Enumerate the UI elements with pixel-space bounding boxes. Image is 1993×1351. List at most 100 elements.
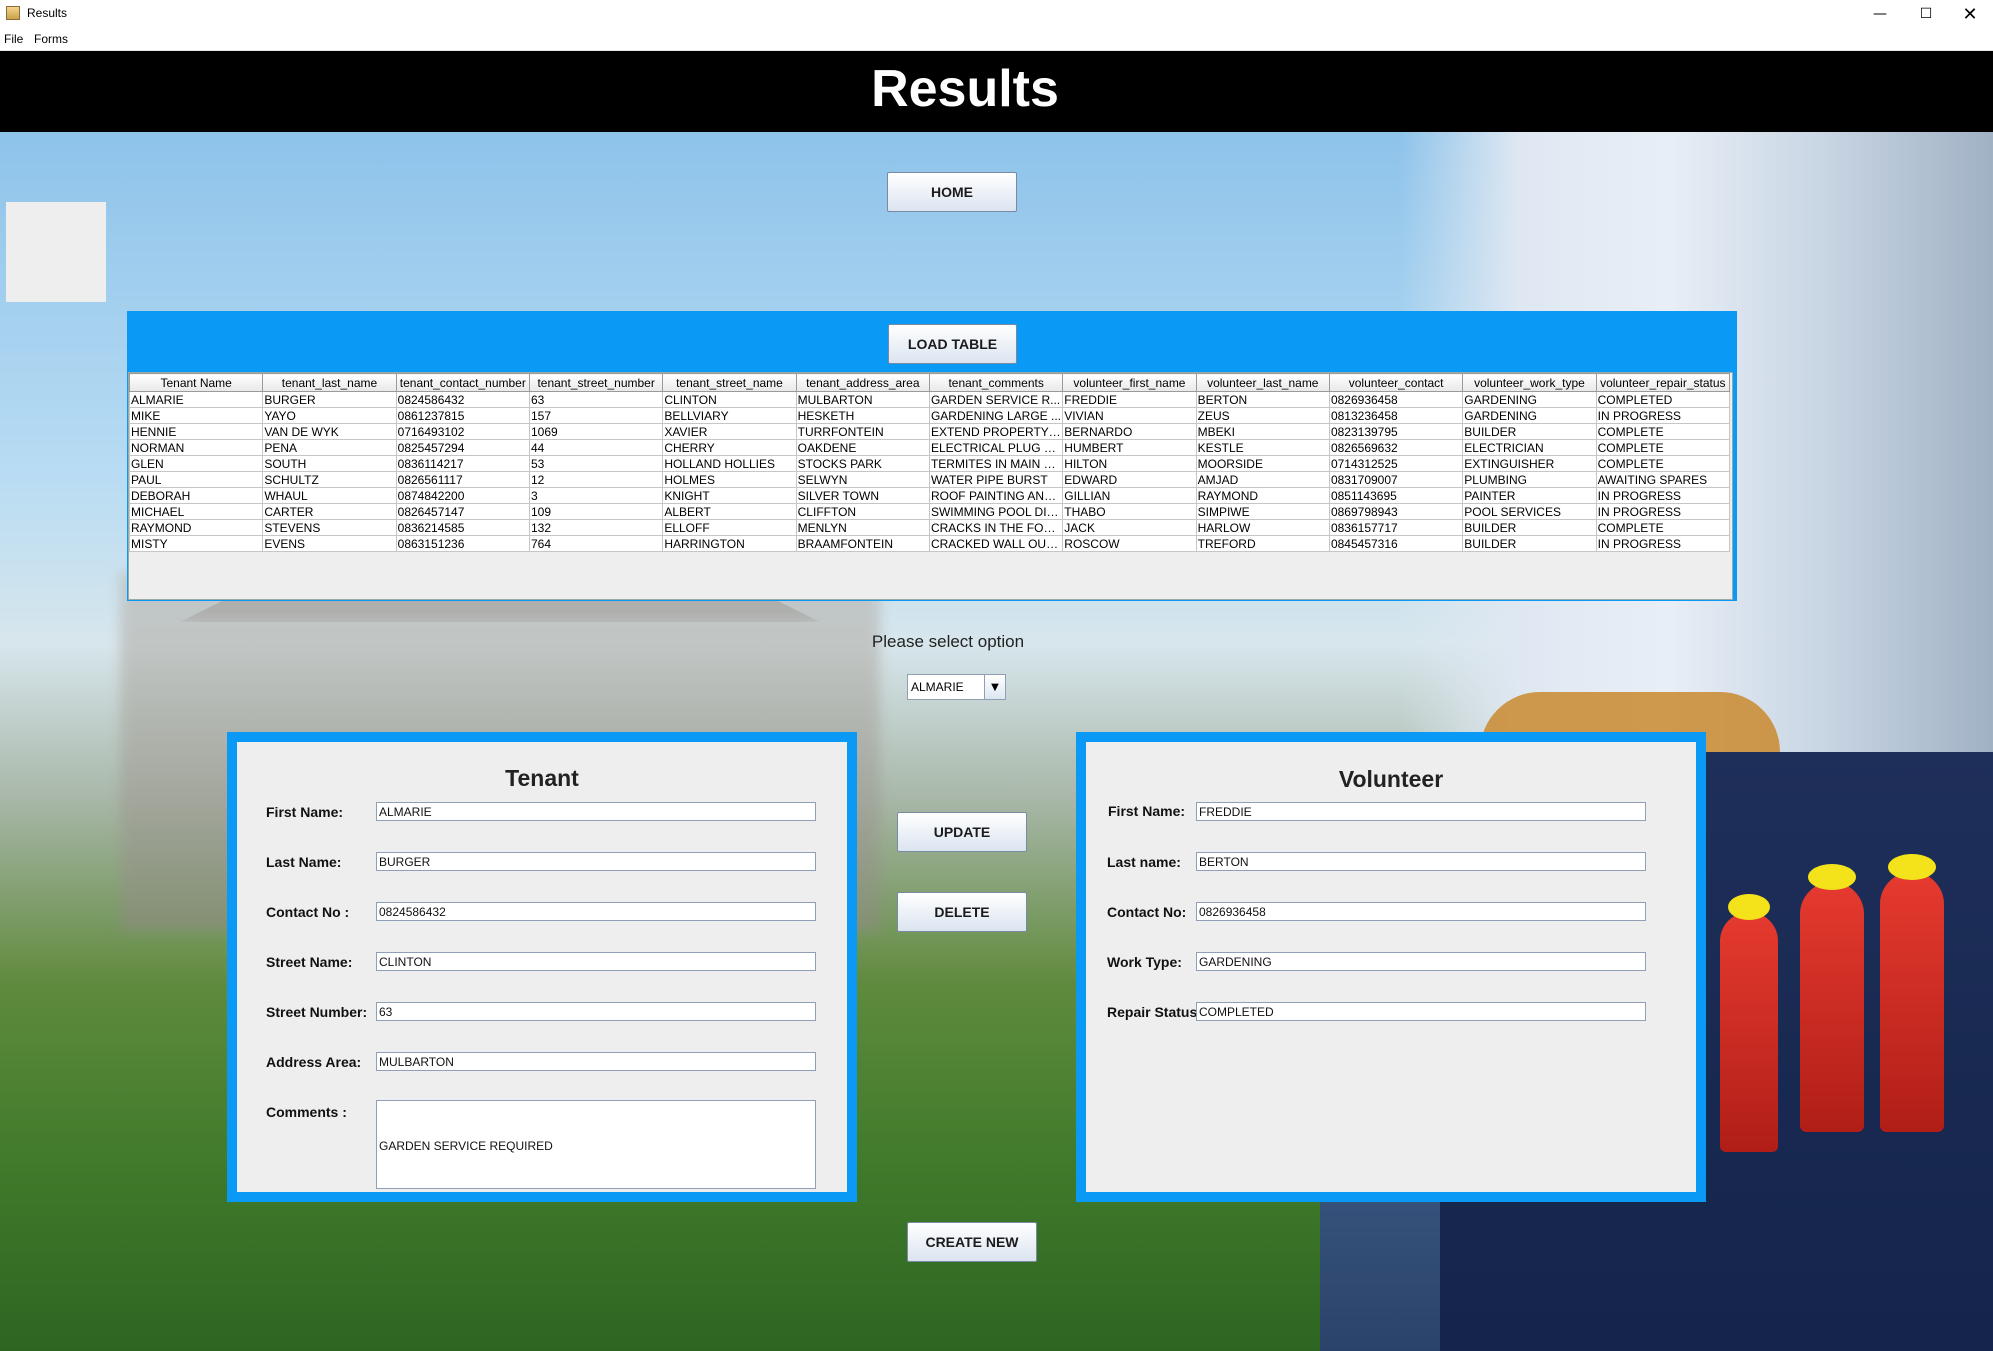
table-cell[interactable]: TERMITES IN MAIN R... [928, 455, 1064, 472]
table-cell[interactable]: CLINTON [662, 391, 797, 408]
maximize-icon[interactable]: ☐ [1903, 0, 1949, 28]
table-cell[interactable]: 0813236458 [1328, 407, 1464, 424]
table-row[interactable]: MICHAEL CARTER 0826457147 109 ALBERT CLIFFTON… [128, 503, 1731, 520]
table-cell[interactable]: EXTINGUISHER [1462, 455, 1597, 472]
table-cell[interactable]: 63 [528, 391, 664, 408]
table-cell[interactable]: GARDENING LARGE ... [928, 407, 1064, 424]
table-cell[interactable]: 0826561117 [395, 471, 530, 488]
volunteer-repair-status-field[interactable]: COMPLETED [1196, 1002, 1646, 1021]
table-cell[interactable]: ZEUS [1195, 407, 1330, 424]
table-cell[interactable]: MENLYN [795, 519, 930, 536]
table-cell[interactable]: 0836214585 [395, 519, 530, 536]
column-header[interactable]: tenant_street_number [528, 373, 664, 392]
table-cell[interactable]: 109 [528, 503, 664, 520]
table-cell[interactable]: 44 [528, 439, 664, 456]
delete-button[interactable]: DELETE [897, 892, 1027, 932]
table-cell[interactable]: 3 [528, 487, 664, 504]
table-cell[interactable]: WATER PIPE BURST [928, 471, 1064, 488]
table-cell[interactable]: ELLOFF [662, 519, 797, 536]
load-table-button[interactable]: LOAD TABLE [888, 324, 1017, 364]
table-cell[interactable]: VIVIAN [1062, 407, 1197, 424]
table-cell[interactable]: 764 [528, 535, 664, 552]
table-cell[interactable]: NORMAN [128, 439, 264, 456]
table-row[interactable]: MIKE YAYO 0861237815 157 BELLVIARY HESKETH GAR… [128, 407, 1731, 424]
table-cell[interactable]: ALBERT [662, 503, 797, 520]
table-cell[interactable]: AWAITING SPARES [1595, 471, 1731, 488]
table-cell[interactable]: COMPLETED [1595, 391, 1731, 408]
table-cell[interactable]: GARDENING [1462, 407, 1597, 424]
menu-file[interactable]: File [4, 32, 23, 46]
table-cell[interactable]: MIKE [128, 407, 264, 424]
tenant-comments-textarea[interactable]: GARDEN SERVICE REQUIRED [376, 1100, 816, 1189]
table-cell[interactable]: KNIGHT [662, 487, 797, 504]
volunteer-contact-field[interactable]: 0826936458 [1196, 902, 1646, 921]
table-cell[interactable]: SILVER TOWN [795, 487, 930, 504]
table-cell[interactable]: CRACKED WALL OUT... [928, 535, 1064, 552]
column-header[interactable]: tenant_last_name [262, 373, 397, 392]
table-body[interactable]: ALMARIE BURGER 0824586432 63 CLINTON MULBARTO… [128, 391, 1731, 552]
table-cell[interactable]: 1069 [528, 423, 664, 440]
table-cell[interactable]: GARDEN SERVICE R... [928, 391, 1064, 408]
table-cell[interactable]: BUILDER [1462, 519, 1597, 536]
column-header[interactable]: volunteer_contact [1328, 373, 1464, 392]
table-cell[interactable]: 157 [528, 407, 664, 424]
table-cell[interactable]: BERTON [1195, 391, 1330, 408]
column-header[interactable]: volunteer_work_type [1462, 373, 1597, 392]
column-header[interactable]: volunteer_repair_status [1595, 373, 1731, 392]
tenant-contact-field[interactable]: 0824586432 [376, 902, 816, 921]
table-cell[interactable]: IN PROGRESS [1595, 503, 1731, 520]
table-cell[interactable]: COMPLETE [1595, 439, 1731, 456]
table-cell[interactable]: PAINTER [1462, 487, 1597, 504]
table-cell[interactable]: BERNARDO [1062, 423, 1197, 440]
table-cell[interactable]: MOORSIDE [1195, 455, 1330, 472]
table-cell[interactable]: 132 [528, 519, 664, 536]
table-cell[interactable]: 0874842200 [395, 487, 530, 504]
menu-forms[interactable]: Forms [34, 32, 68, 46]
table-cell[interactable]: 0824586432 [395, 391, 530, 408]
table-cell[interactable]: EDWARD [1062, 471, 1197, 488]
tenant-last-name-field[interactable]: BURGER [376, 852, 816, 871]
table-cell[interactable]: MICHAEL [128, 503, 264, 520]
table-cell[interactable]: ROSCOW [1062, 535, 1197, 552]
table-cell[interactable]: HOLLAND HOLLIES [662, 455, 797, 472]
column-header[interactable]: tenant_contact_number [395, 373, 530, 392]
table-row[interactable]: ALMARIE BURGER 0824586432 63 CLINTON MULBARTO… [128, 391, 1731, 408]
table-cell[interactable]: EVENS [262, 535, 397, 552]
table-cell[interactable]: THABO [1062, 503, 1197, 520]
minimize-icon[interactable]: — [1857, 0, 1903, 28]
table-row[interactable]: PAUL SCHULTZ 0826561117 12 HOLMES SELWYN WATER… [128, 471, 1731, 488]
table-cell[interactable]: WHAUL [262, 487, 397, 504]
table-cell[interactable]: STOCKS PARK [795, 455, 930, 472]
table-cell[interactable]: YAYO [262, 407, 397, 424]
table-cell[interactable]: 0825457294 [395, 439, 530, 456]
column-header[interactable]: tenant_street_name [662, 373, 797, 392]
table-cell[interactable]: 0826569632 [1328, 439, 1464, 456]
table-cell[interactable]: BUILDER [1462, 535, 1597, 552]
create-new-button[interactable]: CREATE NEW [907, 1222, 1037, 1262]
table-cell[interactable]: RAYMOND [128, 519, 264, 536]
table-row[interactable]: RAYMOND STEVENS 0836214585 132 ELLOFF MENLYN C… [128, 519, 1731, 536]
tenant-select-dropdown[interactable]: ALMARIE ▼ [907, 674, 1006, 700]
table-cell[interactable]: MULBARTON [795, 391, 930, 408]
home-button[interactable]: HOME [887, 172, 1017, 212]
volunteer-last-name-field[interactable]: BERTON [1196, 852, 1646, 871]
table-cell[interactable]: HILTON [1062, 455, 1197, 472]
table-cell[interactable]: HENNIE [128, 423, 264, 440]
table-cell[interactable]: RAYMOND [1195, 487, 1330, 504]
table-row[interactable]: NORMAN PENA 0825457294 44 CHERRY OAKDENE ELECT… [128, 439, 1731, 456]
table-cell[interactable]: MISTY [128, 535, 264, 552]
table-cell[interactable]: 53 [528, 455, 664, 472]
table-cell[interactable]: SELWYN [795, 471, 930, 488]
column-header[interactable]: Tenant Name [128, 373, 264, 392]
table-cell[interactable]: BUILDER [1462, 423, 1597, 440]
table-cell[interactable]: PLUMBING [1462, 471, 1597, 488]
table-cell[interactable]: CHERRY [662, 439, 797, 456]
table-row[interactable]: HENNIE VAN DE WYK 0716493102 1069 XAVIER TURR… [128, 423, 1731, 440]
table-cell[interactable]: 0869798943 [1328, 503, 1464, 520]
table-cell[interactable]: DEBORAH [128, 487, 264, 504]
table-cell[interactable]: IN PROGRESS [1595, 487, 1731, 504]
table-cell[interactable]: 0826457147 [395, 503, 530, 520]
table-cell[interactable]: 0836114217 [395, 455, 530, 472]
table-cell[interactable]: 0861237815 [395, 407, 530, 424]
table-cell[interactable]: ALMARIE [128, 391, 264, 408]
